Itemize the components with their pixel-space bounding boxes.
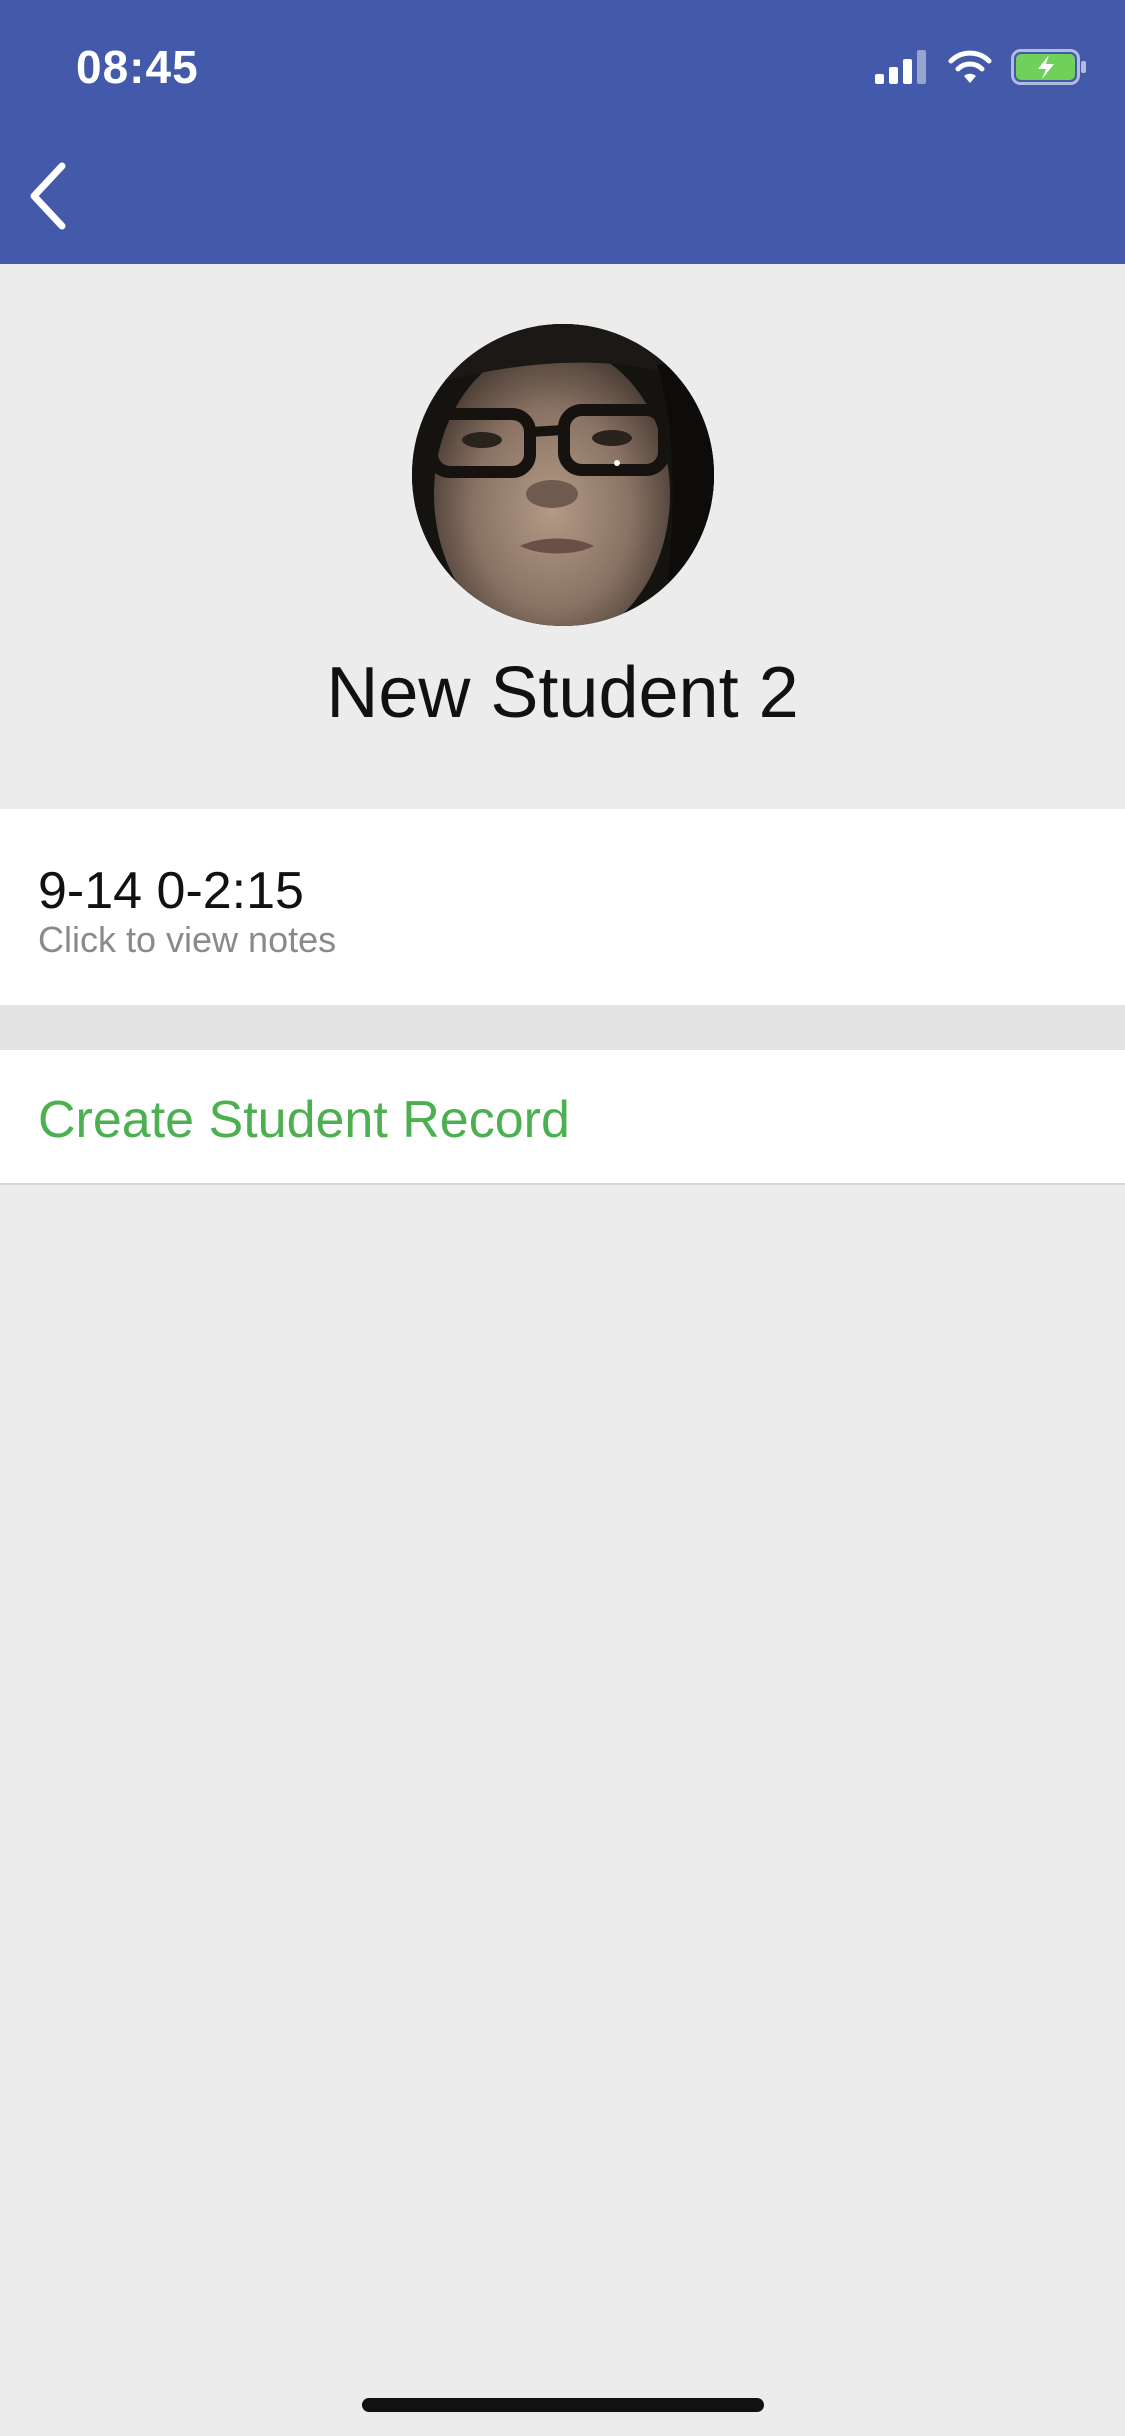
- status-time: 08:45: [76, 41, 199, 93]
- cellular-signal-icon: [875, 49, 929, 89]
- avatar: [412, 324, 714, 626]
- back-button[interactable]: [18, 160, 78, 236]
- create-student-record-label: Create Student Record: [38, 1091, 570, 1149]
- student-name: New Student 2: [326, 653, 799, 733]
- status-icons: [875, 48, 1087, 90]
- navigation-bar: 08:45: [0, 0, 1125, 264]
- section-separator: [0, 1005, 1125, 1050]
- record-title: 9-14 0-2:15: [38, 862, 304, 920]
- record-subtitle: Click to view notes: [38, 919, 337, 960]
- chevron-left-icon: [26, 162, 70, 235]
- profile-header: New Student 2: [0, 264, 1125, 809]
- record-list-item[interactable]: 9-14 0-2:15 Click to view notes: [0, 809, 1125, 1005]
- wifi-icon: [947, 50, 993, 89]
- create-student-record-button[interactable]: Create Student Record: [0, 1050, 1125, 1185]
- home-indicator[interactable]: [362, 2398, 764, 2412]
- battery-charging-icon: [1011, 48, 1087, 90]
